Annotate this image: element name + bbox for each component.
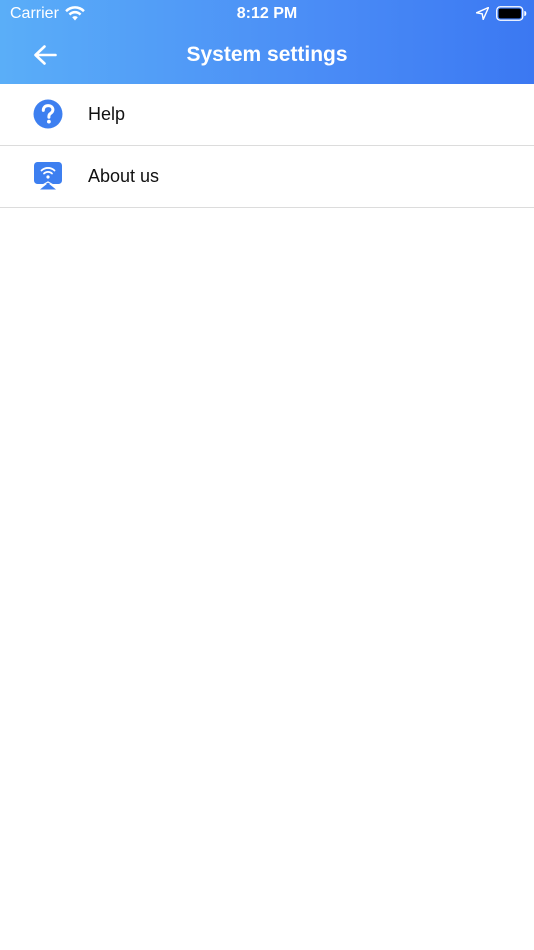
menu-item-label: Help	[88, 104, 126, 124]
battery-icon	[496, 6, 527, 21]
status-bar: Carrier 8:12 PM	[0, 0, 534, 28]
menu-item-help[interactable]: Help	[0, 84, 534, 146]
navigation-bar: System settings	[0, 28, 534, 84]
header: Carrier 8:12 PM System settings	[0, 0, 534, 84]
location-icon	[476, 7, 489, 20]
menu-item-about-us[interactable]: About us	[0, 146, 534, 208]
status-time: 8:12 PM	[236, 5, 298, 22]
settings-list: Help About us	[0, 84, 534, 208]
help-circle-icon	[33, 99, 63, 129]
page-title: System settings	[186, 43, 348, 66]
back-button[interactable]	[24, 36, 66, 74]
screen-cast-icon	[34, 162, 62, 190]
system-settings-screen: Carrier 8:12 PM System settings Help Abo…	[0, 0, 534, 950]
arrow-left-icon	[34, 45, 57, 65]
menu-item-label: About us	[88, 166, 160, 186]
